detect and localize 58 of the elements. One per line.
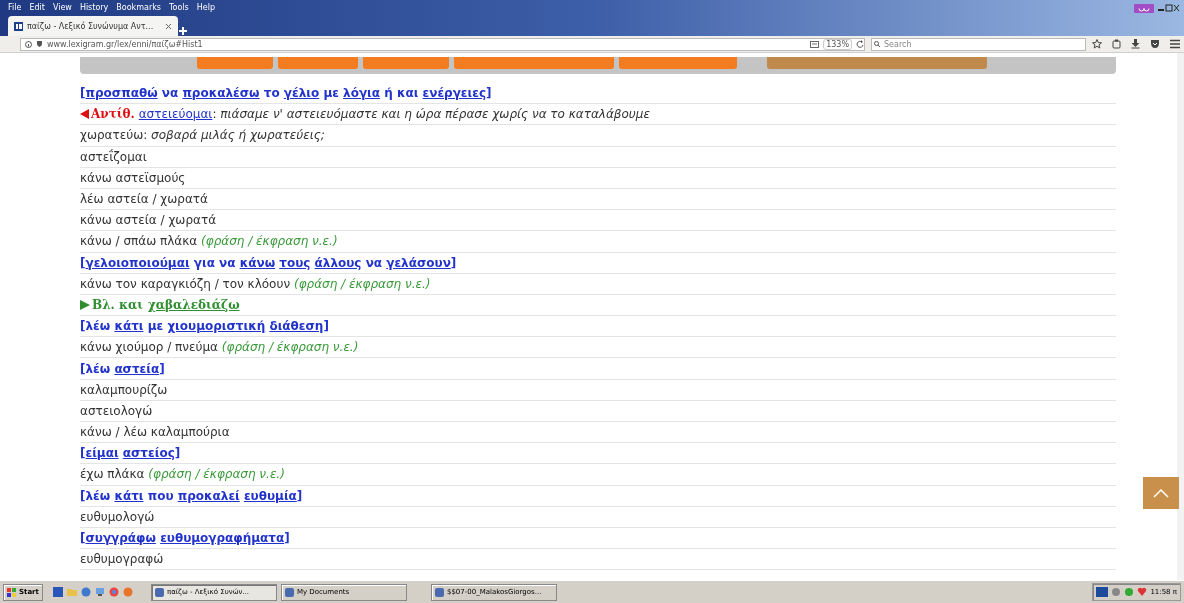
example-text: : πιάσαμε ν' αστειευόμαστε και η ώρα πέρασε χωρίς να το καταλάβουμε xyxy=(212,107,650,122)
link[interactable]: γελοιοποιούμαι xyxy=(85,255,190,270)
link[interactable]: χαβαλεδιάζω xyxy=(147,297,240,312)
sense-heading: [είμαι αστείος] xyxy=(80,446,181,461)
link[interactable]: ευθυμογραφήματα xyxy=(160,531,285,546)
sense-heading: [συγγράφω ευθυμογραφήματα] xyxy=(80,531,290,546)
menu-item[interactable]: File xyxy=(8,3,22,14)
link[interactable]: γέλιο xyxy=(283,86,320,101)
link[interactable]: προκαλέσω xyxy=(182,86,260,101)
menu-item[interactable]: View xyxy=(52,3,72,14)
link[interactable]: κάτι xyxy=(114,319,144,334)
synonym-text: ευθυμολογώ xyxy=(80,509,155,524)
address-text[interactable]: www.lexigram.gr/lex/enni/παίζω#Hist1 xyxy=(47,39,807,49)
synonym-text: κάνω τον καραγκιόζη / τον κλόουν (φράση / έκφραση ν.ε.) xyxy=(80,276,431,291)
synonym-text: λέω αστεία / χωρατά xyxy=(80,192,208,207)
link[interactable]: λόγια xyxy=(343,86,380,101)
link[interactable]: είμαι xyxy=(85,446,119,461)
link[interactable]: τους xyxy=(279,255,311,270)
browser-tab[interactable]: παίζω - Λεξικό Συνώνυμα Αντ... xyxy=(8,16,178,36)
see-also-label: Βλ. και xyxy=(92,297,143,312)
tab-title: παίζω - Λεξικό Συνώνυμα Αντ... xyxy=(27,21,155,31)
synonym-text: χωρατεύω: σοβαρά μιλάς ή χωρατεύεις; xyxy=(80,128,325,143)
link[interactable]: κάτι xyxy=(114,488,144,503)
link[interactable]: χιουμοριστική xyxy=(167,319,266,334)
search-field[interactable]: Search xyxy=(871,37,1086,51)
link[interactable]: προκαλεί xyxy=(177,488,240,503)
link[interactable]: συγγράφω xyxy=(85,531,156,546)
link[interactable]: άλλους xyxy=(314,255,362,270)
link[interactable]: αστείος xyxy=(122,446,175,461)
link[interactable]: διάθεση xyxy=(269,319,324,334)
menu-item[interactable]: History xyxy=(79,3,109,14)
sense-heading: [λέω κάτι με χιουμοριστική διάθεση] xyxy=(80,319,329,334)
zoom-level[interactable]: 133% xyxy=(823,38,852,50)
link[interactable]: ενέργειες xyxy=(422,86,486,101)
menu-item[interactable]: Edit xyxy=(29,3,45,14)
synonym-text: καλαμπουρίζω xyxy=(80,382,168,397)
link[interactable]: ευθυμία xyxy=(243,488,297,503)
link[interactable]: γελάσουν xyxy=(386,255,451,270)
synonym-text: κάνω αστεία / χωρατά xyxy=(80,213,217,228)
link[interactable]: αστεία xyxy=(114,361,160,376)
synonym-text: ευθυμογραφώ xyxy=(80,552,164,567)
synonym-text: κάνω / σπάω πλάκα (φράση / έκφραση ν.ε.) xyxy=(80,234,338,249)
menu-item[interactable]: Help xyxy=(196,3,215,14)
synonym-text: κάνω / λέω καλαμπούρια xyxy=(80,425,230,440)
synonym-text: αστειολογώ xyxy=(80,403,153,418)
synonym-text: αστεΐζομαι xyxy=(80,149,147,164)
menu-item[interactable]: Tools xyxy=(169,3,189,14)
sense-heading: [λέω κάτι που προκαλεί ευθυμία] xyxy=(80,488,303,503)
synonym-text: κάνω αστεϊσμούς xyxy=(80,170,186,185)
menu-item[interactable]: Bookmarks xyxy=(116,3,162,14)
link[interactable]: προσπαθώ xyxy=(85,86,158,101)
antonym-label: Αντίθ. xyxy=(91,107,135,122)
synonym-text: έχω πλάκα (φράση / έκφραση ν.ε.) xyxy=(80,467,285,482)
synonym-text: κάνω χιούμορ / πνεύμα (φράση / έκφραση ν.ε.) xyxy=(80,340,359,355)
sense-heading: [προσπαθώ να προκαλέσω το γέλιο με λόγια ή και ενέργειες] xyxy=(80,86,492,101)
sense-heading: [γελοιοποιούμαι για να κάνω τους άλλους να γελάσουν] xyxy=(80,255,457,270)
sense-heading: [λέω αστεία] xyxy=(80,361,165,376)
link[interactable]: κάνω xyxy=(239,255,276,270)
